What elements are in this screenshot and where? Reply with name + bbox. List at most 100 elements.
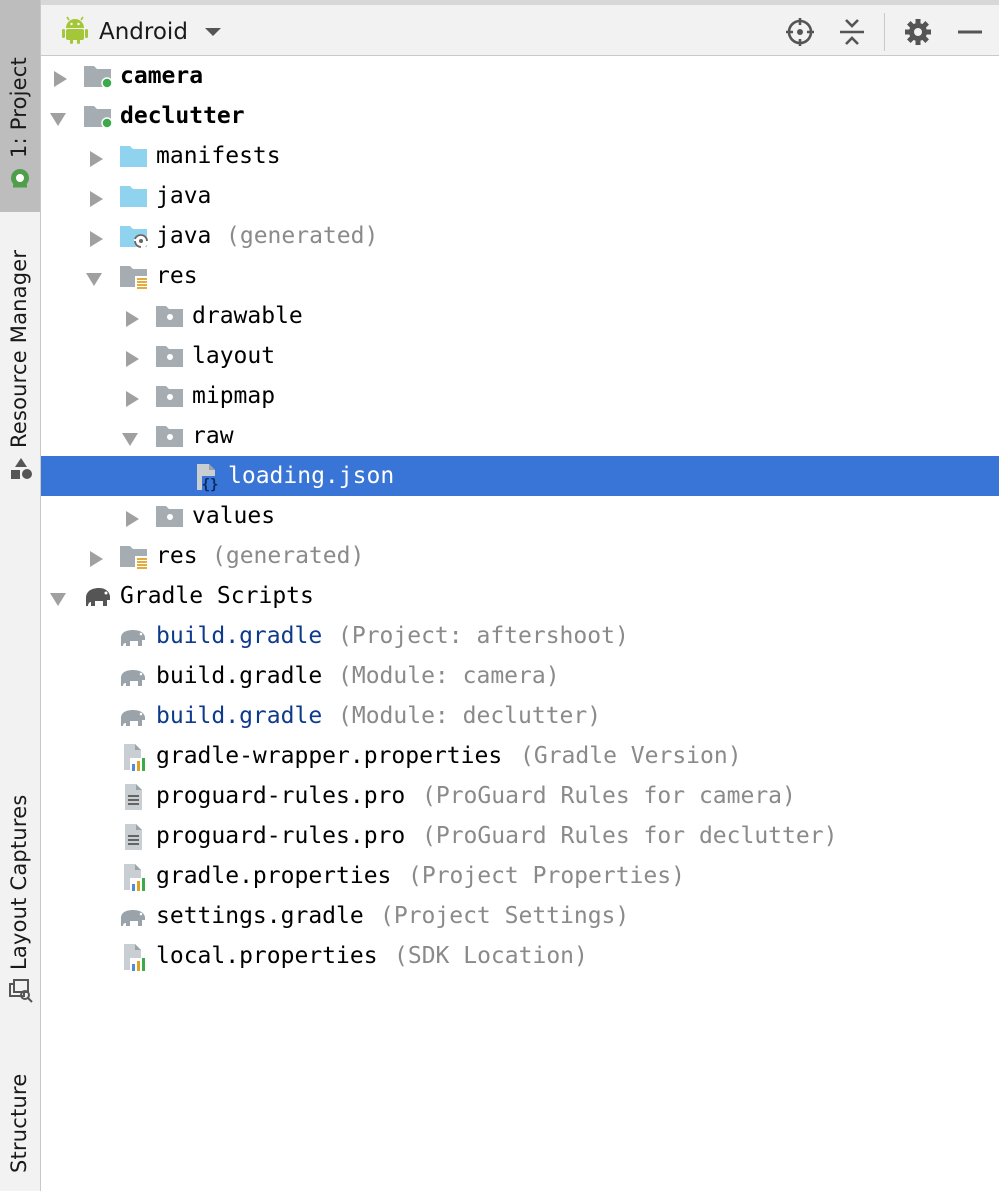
- tab-project-label: 1: Project: [7, 57, 31, 158]
- tree-row-label: manifests: [156, 143, 281, 169]
- gradle-elephant-icon: [83, 582, 111, 610]
- generated-folder-icon: [119, 222, 148, 250]
- locate-icon[interactable]: [785, 17, 815, 47]
- tree-row-label: build.gradle: [156, 623, 323, 649]
- tree-row-java-generated[interactable]: java (generated): [41, 216, 999, 256]
- minimize-icon[interactable]: [955, 17, 985, 47]
- tree-row-build-gradle-project[interactable]: build.gradle (Project: aftershoot): [41, 616, 999, 656]
- tree-row-drawable[interactable]: drawable: [41, 296, 999, 336]
- tree-row-hint: (Project Settings): [380, 903, 630, 929]
- layout-inspector-icon: [8, 978, 34, 1008]
- tree-row-label: gradle.properties: [156, 863, 392, 889]
- tab-layout-captures-label: Layout Captures: [7, 794, 31, 970]
- tree-row-hint: (Gradle Version): [520, 743, 742, 769]
- chevron-down-icon: [204, 23, 222, 42]
- chevron-down-icon[interactable]: [49, 108, 67, 126]
- tree-row-res-generated[interactable]: res (generated): [41, 536, 999, 576]
- tree-row-label: loading.json: [228, 463, 395, 489]
- package-folder-icon: [155, 302, 183, 330]
- text-file-icon: [121, 782, 149, 810]
- tree-row-proguard-declutter[interactable]: proguard-rules.pro (ProGuard Rules for d…: [41, 816, 999, 856]
- chevron-right-icon[interactable]: [87, 148, 105, 167]
- chevron-down-icon[interactable]: [121, 428, 139, 446]
- resources-folder-icon: [119, 542, 148, 570]
- tree-row-label: proguard-rules.pro: [156, 783, 406, 809]
- tab-resource-manager[interactable]: Resource Manager: [0, 230, 40, 490]
- gear-icon[interactable]: [903, 17, 933, 47]
- module-folder-icon: [83, 62, 113, 90]
- tree-row-gradle-wrapper-properties[interactable]: gradle-wrapper.properties (Gradle Versio…: [41, 736, 999, 776]
- folder-icon: [119, 182, 147, 210]
- tree-row-gradle-properties[interactable]: gradle.properties (Project Properties): [41, 856, 999, 896]
- package-folder-icon: [155, 422, 183, 450]
- tree-row-build-gradle-camera[interactable]: build.gradle (Module: camera): [41, 656, 999, 696]
- tree-row-res[interactable]: res: [41, 256, 999, 296]
- chevron-right-icon[interactable]: [87, 228, 105, 247]
- tree-row-hint: (SDK Location): [394, 943, 588, 969]
- chevron-right-icon[interactable]: [123, 388, 141, 407]
- tree-row-label: camera: [120, 63, 204, 89]
- tree-row-settings-gradle[interactable]: settings.gradle (Project Settings): [41, 896, 999, 936]
- tree-row-proguard-camera[interactable]: proguard-rules.pro (ProGuard Rules for c…: [41, 776, 999, 816]
- tree-row-hint: (generated): [226, 223, 379, 249]
- gradle-file-icon: [119, 902, 147, 930]
- package-folder-icon: [155, 382, 183, 410]
- tree-row-local-properties[interactable]: local.properties (SDK Location): [41, 936, 999, 976]
- tree-row-label: build.gradle: [156, 663, 323, 689]
- chevron-right-icon[interactable]: [87, 188, 105, 207]
- tree-row-label: build.gradle: [156, 703, 323, 729]
- tree-row-label: mipmap: [192, 383, 276, 409]
- tree-row-raw[interactable]: raw: [41, 416, 999, 456]
- chevron-right-icon[interactable]: [123, 508, 141, 527]
- chevron-right-icon[interactable]: [87, 548, 105, 567]
- tree-row-build-gradle-declutter[interactable]: build.gradle (Module: declutter): [41, 696, 999, 736]
- tree-row-label: java: [156, 183, 212, 209]
- gradle-file-icon: [119, 622, 147, 650]
- tree-row-declutter[interactable]: declutter: [41, 96, 999, 136]
- module-folder-icon: [83, 102, 113, 130]
- tree-row-manifests[interactable]: manifests: [41, 136, 999, 176]
- gradle-file-icon: [119, 662, 147, 690]
- project-toolbar: Android: [41, 0, 999, 56]
- text-file-icon: [121, 822, 149, 850]
- json-file-icon: {}: [193, 462, 221, 493]
- tab-structure-label: Structure: [7, 1073, 31, 1174]
- collapse-all-icon[interactable]: [837, 17, 867, 47]
- properties-file-icon: [121, 942, 149, 971]
- svg-text:{}: {}: [202, 477, 219, 492]
- tab-resource-manager-label: Resource Manager: [7, 249, 31, 448]
- tree-row-camera[interactable]: camera: [41, 56, 999, 96]
- chevron-down-icon[interactable]: [85, 268, 103, 286]
- package-folder-icon: [155, 502, 183, 530]
- tree-row-label: values: [192, 503, 276, 529]
- tree-row-label: layout: [192, 343, 276, 369]
- tree-row-values[interactable]: values: [41, 496, 999, 536]
- tree-row-label: res: [156, 543, 198, 569]
- tree-row-loading-json[interactable]: {} loading.json: [41, 456, 999, 496]
- view-selector[interactable]: Android: [61, 15, 222, 49]
- tree-row-label: drawable: [192, 303, 303, 329]
- resources-folder-icon: [119, 262, 148, 290]
- tree-row-label: raw: [192, 423, 234, 449]
- tab-project[interactable]: 1: Project: [0, 0, 40, 212]
- chevron-right-icon[interactable]: [123, 348, 141, 367]
- tree-row-hint: (Module: camera): [338, 663, 560, 689]
- properties-file-icon: [121, 862, 149, 891]
- chevron-right-icon[interactable]: [51, 68, 69, 87]
- tree-row-layout[interactable]: layout: [41, 336, 999, 376]
- folder-icon: [119, 142, 147, 170]
- shapes-icon: [8, 456, 34, 486]
- tree-row-label: gradle-wrapper.properties: [156, 743, 503, 769]
- tree-row-label: settings.gradle: [156, 903, 364, 929]
- toolbar-separator: [884, 13, 885, 51]
- chevron-right-icon[interactable]: [123, 308, 141, 327]
- tree-row-gradle-scripts[interactable]: Gradle Scripts: [41, 576, 999, 616]
- tree-row-java[interactable]: java: [41, 176, 999, 216]
- tree-row-hint: (ProGuard Rules for declutter): [422, 823, 838, 849]
- chevron-down-icon[interactable]: [49, 588, 67, 606]
- tree-row-hint: (Project: aftershoot): [338, 623, 629, 649]
- tool-window-stripe: 1: Project Resource Manager Layout Captu…: [0, 0, 41, 1191]
- tab-structure[interactable]: Structure: [0, 1040, 40, 1180]
- tab-layout-captures[interactable]: Layout Captures: [0, 770, 40, 1010]
- tree-row-mipmap[interactable]: mipmap: [41, 376, 999, 416]
